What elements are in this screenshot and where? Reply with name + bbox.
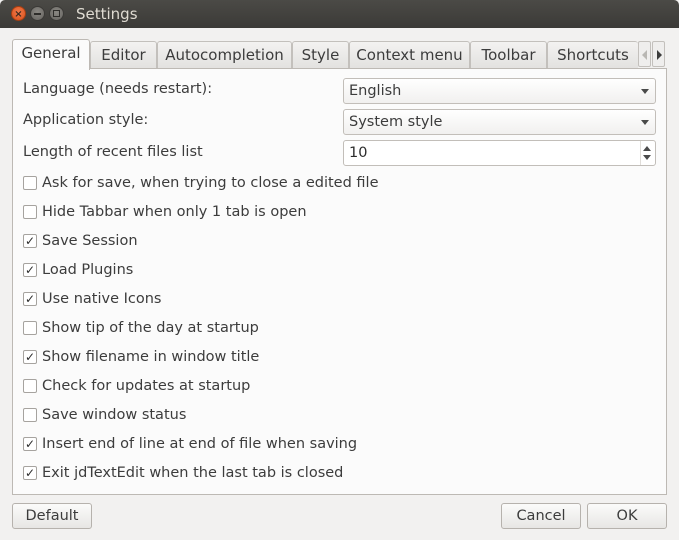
chevron-down-icon bbox=[641, 89, 649, 94]
language-select[interactable]: English bbox=[343, 78, 656, 104]
checkbox-box[interactable]: ✓ bbox=[23, 437, 37, 451]
checkbox-box[interactable]: ✓ bbox=[23, 234, 37, 248]
language-select-value: English bbox=[349, 83, 402, 99]
tab-style[interactable]: Style bbox=[292, 41, 349, 69]
tab-context-menu[interactable]: Context menu bbox=[349, 41, 470, 69]
app-style-select-value: System style bbox=[349, 114, 443, 130]
chevron-down-icon bbox=[641, 120, 649, 125]
checkbox-box[interactable] bbox=[23, 205, 37, 219]
spin-up-icon[interactable] bbox=[643, 146, 651, 151]
checkbox-box[interactable]: ✓ bbox=[23, 466, 37, 480]
maximize-window-button[interactable] bbox=[49, 6, 64, 21]
tab-scroll-right-button[interactable] bbox=[652, 41, 665, 67]
app-style-select[interactable]: System style bbox=[343, 109, 656, 135]
general-settings-panel: Language (needs restart): English Applic… bbox=[12, 68, 667, 495]
tab-scroll-left-button[interactable] bbox=[638, 41, 651, 67]
checkbox-label: Check for updates at startup bbox=[42, 378, 251, 394]
tab-general[interactable]: General bbox=[12, 39, 90, 70]
tab-autocompletion[interactable]: Autocompletion bbox=[157, 41, 292, 69]
tab-editor[interactable]: Editor bbox=[90, 41, 157, 69]
checkbox-label: Ask for save, when trying to close a edi… bbox=[42, 175, 379, 191]
checkbox-label: Show filename in window title bbox=[42, 349, 260, 365]
window-title: Settings bbox=[76, 5, 138, 23]
checkbox-label: Show tip of the day at startup bbox=[42, 320, 259, 336]
title-bar: × Settings bbox=[0, 0, 679, 28]
recent-files-value: 10 bbox=[349, 145, 368, 161]
minimize-window-button[interactable] bbox=[30, 6, 45, 21]
checkbox-box[interactable] bbox=[23, 176, 37, 190]
default-button[interactable]: Default bbox=[12, 503, 92, 529]
spin-separator bbox=[640, 141, 641, 165]
checkbox-label: Load Plugins bbox=[42, 262, 134, 278]
tab-bar: General Editor Autocompletion Style Cont… bbox=[12, 39, 638, 70]
checkbox-box[interactable]: ✓ bbox=[23, 350, 37, 364]
tab-toolbar[interactable]: Toolbar bbox=[470, 41, 547, 69]
close-window-button[interactable]: × bbox=[11, 6, 26, 21]
checkbox-box[interactable] bbox=[23, 408, 37, 422]
checkbox-label: Insert end of line at end of file when s… bbox=[42, 436, 358, 452]
app-style-label: Application style: bbox=[23, 112, 149, 128]
close-icon: × bbox=[14, 9, 23, 20]
recent-files-label: Length of recent files list bbox=[23, 144, 203, 160]
ok-button[interactable]: OK bbox=[587, 503, 667, 529]
checkbox-box[interactable]: ✓ bbox=[23, 263, 37, 277]
checkbox-label: Save Session bbox=[42, 233, 138, 249]
checkbox-label: Hide Tabbar when only 1 tab is open bbox=[42, 204, 307, 220]
checkbox-box[interactable] bbox=[23, 379, 37, 393]
language-label: Language (needs restart): bbox=[23, 81, 213, 97]
checkbox-label: Save window status bbox=[42, 407, 187, 423]
cancel-button[interactable]: Cancel bbox=[501, 503, 581, 529]
recent-files-spinbox[interactable]: 10 bbox=[343, 140, 656, 166]
checkbox-box[interactable]: ✓ bbox=[23, 292, 37, 306]
checkbox-label: Use native Icons bbox=[42, 291, 162, 307]
tab-shortcuts[interactable]: Shortcuts bbox=[547, 41, 638, 69]
chevron-right-icon bbox=[657, 50, 662, 60]
checkbox-box[interactable] bbox=[23, 321, 37, 335]
chevron-left-icon bbox=[642, 50, 647, 60]
spin-down-icon[interactable] bbox=[643, 155, 651, 160]
checkbox-label: Exit jdTextEdit when the last tab is clo… bbox=[42, 465, 344, 481]
